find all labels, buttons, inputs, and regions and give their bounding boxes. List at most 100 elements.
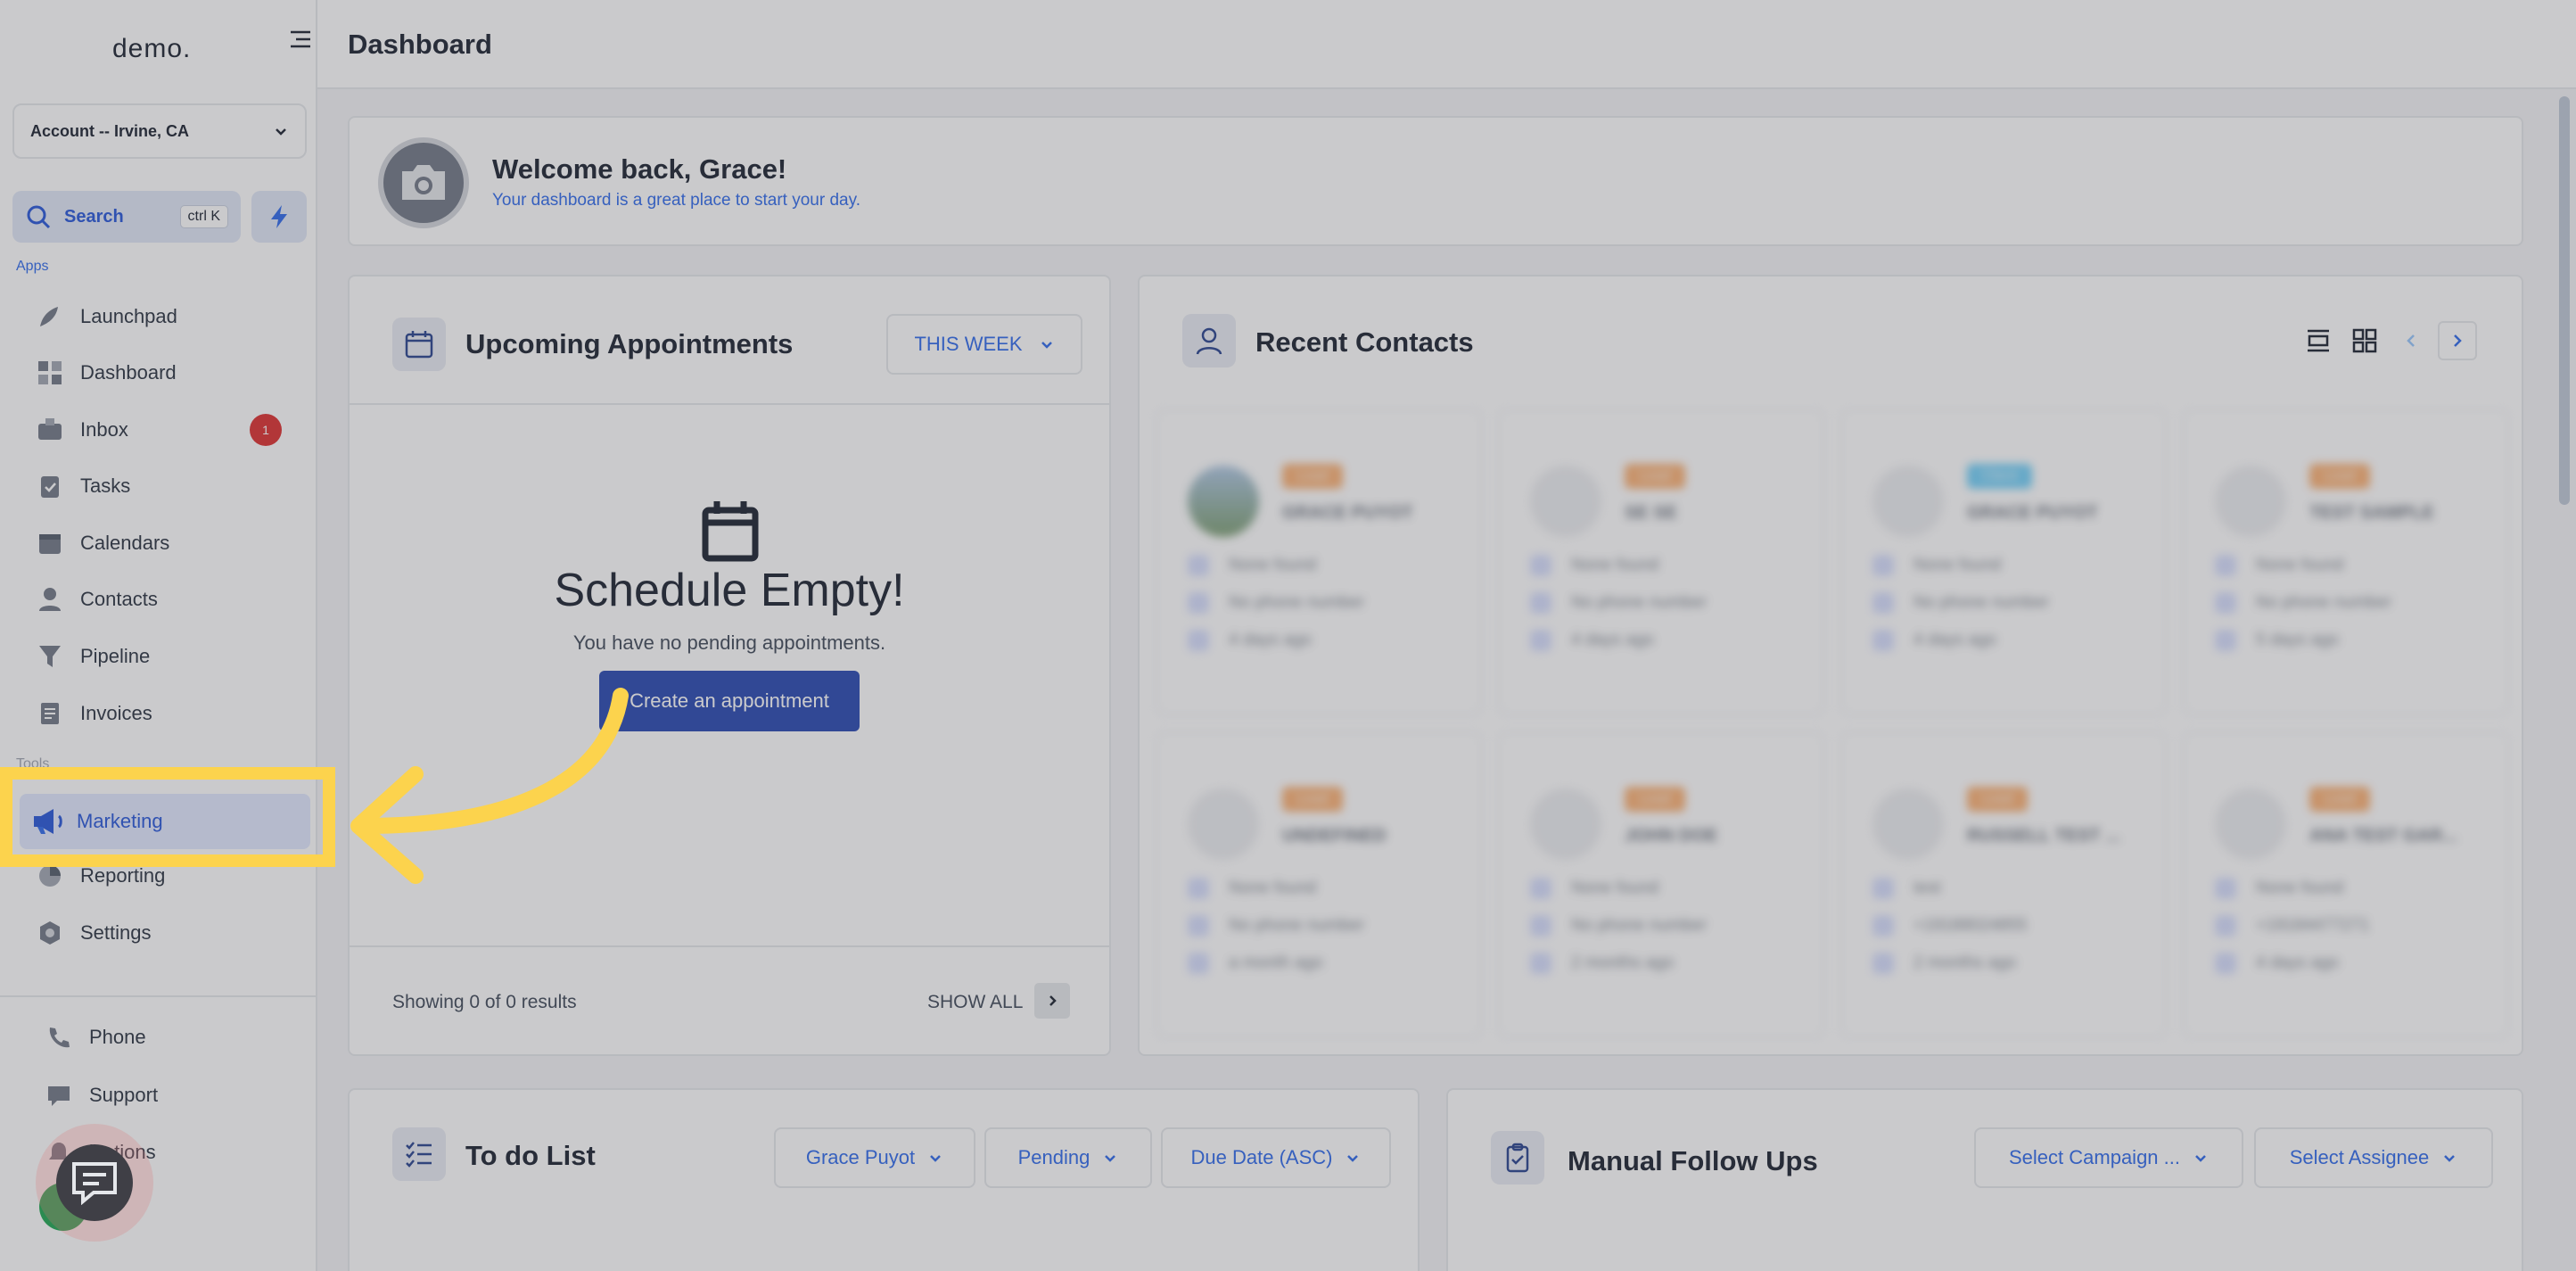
contact-time-value: 2 months ago [1913, 953, 2017, 972]
week-filter-label: THIS WEEK [914, 333, 1023, 355]
contact-tag: Client [1967, 464, 2032, 489]
quick-actions-button[interactable] [251, 191, 307, 243]
card-footer: Showing 0 of 0 results SHOW ALL [350, 945, 1109, 1054]
contact-card[interactable]: Lead GRACE PUYOT None found No phone num… [1156, 409, 1482, 715]
sidebar-item-support[interactable]: Support [45, 1073, 312, 1118]
recent-contacts-title: Recent Contacts [1255, 326, 1474, 358]
sidebar-item-pipeline[interactable]: Pipeline [36, 634, 303, 679]
contact-card[interactable]: Client GRACE PUYOT None found No phone n… [1840, 409, 2167, 715]
contact-email: None found [1530, 878, 1658, 899]
top-bar: Dashboard [317, 0, 2576, 89]
contact-email-value: None found [1229, 556, 1317, 574]
phone-icon [1872, 592, 1894, 614]
contact-avatar [1188, 466, 1259, 537]
week-filter-dropdown[interactable]: THIS WEEK [886, 314, 1082, 375]
contact-card[interactable]: Lead JOHN DOE None found No phone number… [1498, 731, 1824, 1038]
contact-email: None found [1188, 555, 1316, 576]
assignee-filter-dropdown[interactable]: Grace Puyot [774, 1127, 975, 1188]
contact-time: 4 days ago [1872, 630, 1996, 651]
chevron-right-icon[interactable] [1034, 983, 1070, 1019]
sort-filter-dropdown[interactable]: Due Date (ASC) [1161, 1127, 1391, 1188]
contact-time-value: 2 months ago [1571, 953, 1675, 972]
clock-icon [2215, 630, 2236, 651]
mail-icon [1872, 555, 1894, 576]
contact-phone-value: No phone number [1913, 593, 2050, 612]
assignee-select-label: Select Assignee [2289, 1146, 2430, 1168]
account-label: Account -- Irvine, CA [30, 121, 190, 140]
contact-time: a month ago [1188, 953, 1323, 974]
contact-time: 4 days ago [1188, 630, 1312, 651]
empty-state-title: Schedule Empty! [554, 565, 905, 616]
sidebar-item-invoices[interactable]: Invoices [36, 691, 303, 736]
collapse-sidebar-icon[interactable] [287, 27, 314, 54]
campaign-filter-dropdown[interactable]: Select Campaign ... [1974, 1127, 2243, 1188]
phone-icon [1188, 592, 1209, 614]
calendar-icon [36, 529, 64, 557]
contact-email-value: None found [1571, 879, 1659, 897]
phone-icon [2215, 592, 2236, 614]
apps-section-label: Apps [16, 259, 49, 274]
page-scrollbar[interactable] [2559, 96, 2570, 505]
lightning-icon [271, 205, 287, 228]
contact-name: ANA TEST GAR... [2309, 826, 2457, 846]
assignee-select-dropdown[interactable]: Select Assignee [2254, 1127, 2493, 1188]
show-all-link[interactable]: SHOW ALL [927, 992, 1023, 1013]
search-icon [27, 205, 51, 229]
contact-card[interactable]: Lead RUSSELL TEST ... test +19188024855 … [1840, 731, 2167, 1038]
mail-icon [1188, 878, 1209, 899]
calendar-icon [392, 318, 446, 371]
sidebar-item-dashboard[interactable]: Dashboard [36, 351, 303, 395]
contact-time: 5 days ago [2215, 630, 2339, 651]
chevron-left-icon[interactable] [2391, 321, 2431, 360]
account-switcher[interactable]: Account -- Irvine, CA [12, 103, 307, 159]
sidebar-item-phone[interactable]: Phone [45, 1015, 312, 1060]
sidebar-item-contacts[interactable]: Contacts [36, 577, 303, 622]
sidebar-item-settings[interactable]: Settings [36, 911, 303, 955]
contact-email: test [1872, 878, 1941, 899]
sidebar-item-label: Reporting [80, 864, 166, 887]
list-view-icon[interactable] [2299, 321, 2338, 360]
phone-icon [1530, 915, 1551, 937]
chevron-right-icon[interactable] [2438, 321, 2477, 360]
contact-card[interactable]: Lead UNDEFINED None found No phone numbe… [1156, 731, 1482, 1038]
search-shortcut: ctrl K [179, 205, 228, 228]
gear-icon [36, 919, 64, 947]
sidebar-item-calendars[interactable]: Calendars [36, 521, 303, 565]
contact-card[interactable]: Lead SE SE None found No phone number 4 … [1498, 409, 1824, 715]
contact-name: TEST SAMPLE [2309, 503, 2435, 523]
clock-icon [1872, 953, 1894, 974]
empty-state-subtitle: You have no pending appointments. [572, 631, 886, 654]
camera-icon[interactable] [378, 137, 469, 228]
contact-email-value: None found [2256, 879, 2344, 897]
chat-widget-button[interactable] [36, 1124, 153, 1242]
sidebar-item-tasks[interactable]: Tasks [36, 464, 303, 508]
contact-phone-value: No phone number [2256, 593, 2392, 612]
search-button[interactable]: Search ctrl K [12, 191, 241, 243]
welcome-title: Welcome back, Grace! [492, 153, 787, 185]
mail-icon [2215, 555, 2236, 576]
contact-name: RUSSELL TEST ... [1967, 826, 2120, 846]
contact-email-value: test [1913, 879, 1941, 897]
funnel-icon [36, 642, 64, 671]
phone-icon [2215, 915, 2236, 937]
contact-card[interactable]: Lead TEST SAMPLE None found No phone num… [2183, 409, 2509, 715]
welcome-card: Welcome back, Grace! Your dashboard is a… [348, 116, 2523, 246]
status-filter-dropdown[interactable]: Pending [984, 1127, 1152, 1188]
results-count: Showing 0 of 0 results [392, 992, 577, 1012]
sidebar-item-inbox[interactable]: Inbox 1 [36, 408, 303, 452]
contact-phone-value: +19188024855 [1913, 916, 2028, 935]
sidebar-divider [0, 995, 317, 997]
contact-avatar [2215, 466, 2286, 537]
contact-avatar [1530, 788, 1601, 860]
contact-time-value: 4 days ago [1571, 631, 1654, 649]
contact-avatar [1530, 466, 1601, 537]
grid-view-icon[interactable] [2345, 321, 2384, 360]
contact-phone: +19184477271 [2215, 915, 2369, 937]
phone-icon [45, 1023, 73, 1052]
contact-email-value: None found [1229, 879, 1317, 897]
contact-card[interactable]: Lead ANA TEST GAR... None found +1918447… [2183, 731, 2509, 1038]
manual-follow-ups-card: Manual Follow Ups Select Campaign ... Se… [1446, 1088, 2523, 1271]
contact-phone-value: No phone number [1229, 593, 1365, 612]
sidebar-item-launchpad[interactable]: Launchpad [36, 294, 303, 339]
dashboard-icon [36, 359, 64, 387]
